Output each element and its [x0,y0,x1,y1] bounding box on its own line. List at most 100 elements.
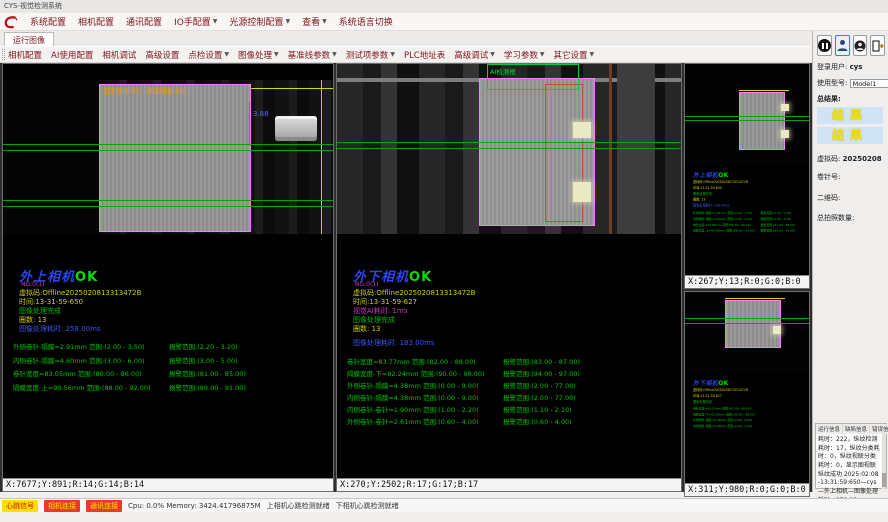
upper-camera-heartbeat-text: 上相机心跳检测就绪 [267,501,330,511]
ng-count-text: NG:0(1) [21,281,44,288]
login-user-label: 登录用户: [817,63,847,71]
toolbar-item-plc-address-table[interactable]: PLC地址表 [404,49,445,61]
thumbnail-image[interactable] [685,64,809,166]
alarm-range-text: 报警范围:(3.00 - 5.00) [169,355,238,365]
reference-line-yellow [725,298,785,299]
virtual-code-row: 虚拟码: 20250208 [817,154,885,164]
result-box-2: 结果 [817,127,883,144]
reference-line-yellow [739,90,789,91]
operator-button[interactable] [853,35,868,56]
measurement-text: 外侧卷针-隔膜=2.91mm 范围:(2.00 - 3.50) [13,341,145,351]
chevron-down-icon: ▼ [213,18,218,25]
toolbar-item-advanced-settings[interactable]: 高级设置 [145,49,179,61]
model-input[interactable]: Model1 [850,79,888,88]
toolbar-item-other-settings[interactable]: 其它设置▼ [554,49,595,61]
toolbar-item-advanced-debug[interactable]: 高级调试▼ [454,49,495,61]
ai-detect-box: AI检测框 [487,64,579,90]
thumbnail-image[interactable] [685,292,809,372]
user-icon [837,39,848,52]
toolbar-item-baseline-params[interactable]: 基准线参数▼ [288,49,337,61]
toolbar-item-camera-config[interactable]: 相机配置 [8,49,42,61]
pause-button[interactable] [817,35,832,56]
qr-code-label: 二维码: [817,193,885,203]
measurement-text: 外侧卷针-隔膜=4.38mm 范围:(0.00 - 9.00) [347,380,479,390]
measurement-row: 内侧卷针-隔膜=4.60mm 范围:(3.00 - 6.00) 报警范围:(3.… [13,355,343,367]
threshold-label: 固定阈值:93，动态阈值:100 [103,85,187,95]
measurement-row: 内侧卷针-隔膜=4.38mm 范围:(0.00 - 9.00) 报警范围:(2.… [347,392,677,404]
app-logo-icon [4,15,18,29]
toolbar-item-ai-usage-config[interactable]: AI使用配置 [51,49,93,61]
menu-item-light-config[interactable]: 光源控制配置▼ [229,15,290,28]
scrollbar-thumb[interactable] [882,473,886,487]
shot-count-label: 总拍照数量: [817,213,885,223]
menu-item-camera-config[interactable]: 相机配置 [78,15,114,28]
alarm-range-text: 报警范围:(83.00 - 87.00) [503,356,580,366]
connector-part [275,116,317,141]
side-panel: 登录用户: cys 使用型号: Model1 总结果: 结果 结果 虚拟码: 2… [812,31,888,492]
thumbnail-view-bottom: 外下相机OK 虚拟码:Offline2025020813313472B 时间:1… [684,291,810,497]
measure-line-green [685,318,809,319]
info-tab-run[interactable]: 运行信息 [816,424,842,434]
bright-spot [773,326,781,334]
menu-item-system-config[interactable]: 系统配置 [30,15,66,28]
needle-number-label: 卷针号: [817,172,885,182]
menu-item-view[interactable]: 查看▼ [302,15,327,28]
virtual-code-label: 虚拟码: [817,155,840,163]
info-scrollbar[interactable] [882,432,886,489]
toolbar-item-spot-check[interactable]: 点检设置▼ [188,49,229,61]
bright-spot [781,104,789,111]
cpu-memory-text: Cpu: 0.0% Memory: 3424.41796875M [128,502,261,510]
menu-item-comm-config[interactable]: 通讯配置 [126,15,162,28]
camera-panel-upper-outer: 固定阈值:93，动态阈值:100 3.88 外上相机OK NG:0(1) 虚拟码… [2,63,334,492]
exit-button[interactable] [870,35,885,56]
measure-line-blue [249,102,250,146]
toolbar-item-test-params[interactable]: 测试项参数▼ [346,49,395,61]
status-bar: 心跳信号 相机连接 通讯连接 Cpu: 0.0% Memory: 3424.41… [0,498,888,512]
title-bar: CYS-视觉检测系统 [0,0,888,13]
toolbar-item-camera-debug[interactable]: 相机调试 [102,49,136,61]
image-dark-region [3,80,99,234]
window-title: CYS-视觉检测系统 [4,2,62,10]
toolbar-item-learning-params[interactable]: 学习参数▼ [504,49,545,61]
toolbar-item-image-processing[interactable]: 图像处理▼ [238,49,279,61]
measurement-text: 卷针宽度=83.77mm 范围:(82.00 - 88.00) [347,356,476,366]
toolbar-grip[interactable] [2,49,5,60]
bright-spot [781,130,789,138]
camera-connect-badge: 相机连接 [44,500,80,512]
menu-item-language-switch[interactable]: 系统语言切换 [339,15,393,28]
chevron-down-icon: ▼ [285,18,290,25]
camera-image-lower-outer[interactable]: AI检测框 [337,64,681,234]
camera-image-upper-outer[interactable]: 固定阈值:93，动态阈值:100 3.88 [3,80,333,234]
menu-bar: 系统配置 相机配置 通讯配置 IO手配置▼ 光源控制配置▼ 查看▼ 系统语言切换 [0,13,888,31]
pixel-caption: X:311;Y:980;R:0;G:0;B:0 [685,483,809,496]
image-light-column [617,64,655,234]
tab-strip: 运行图像 [0,31,810,46]
menu-item-io-config[interactable]: IO手配置▼ [174,15,217,28]
roi-rectangle-magenta [725,300,781,348]
measure-line-green [3,144,333,145]
alarm-range-text: 报警范围:(2.00 - 77.00) [503,380,576,390]
info-tab-defect[interactable]: 缺陷信息 [843,424,869,434]
thumbnail-view-top: 外上相机OK 虚拟码:Offline2025020813313472B 时间:1… [684,63,810,289]
ng-count-text: NG:0(1) [355,281,378,288]
chevron-down-icon: ▼ [322,18,327,25]
tab-run-image[interactable]: 运行图像 [4,32,54,46]
measurement-row: 外侧卷针-隔膜=2.91mm 范围:(2.00 - 3.50) 报警范围:(2.… [13,341,343,353]
camera-title: 外上相机OK [693,170,729,179]
chevron-down-icon: ▼ [540,51,545,58]
measurement-text: 内侧卷针-卷针=1.90mm 范围:(1.00 - 2.20) [347,404,479,414]
measure-line-green [685,116,809,117]
measure-line-green [685,323,809,324]
alarm-range-text: 报警范围:(81.00 - 85.00) [169,368,246,378]
measurement-row: 外侧卷针-卷针=2.61mm 范围:(0.60 - 4.00) 报警范围:(0.… [347,416,677,428]
total-result-label: 总结果: [817,94,885,104]
status-ok: OK [409,270,432,285]
measure-line-green [337,142,681,143]
turns-text: 圈数: 13 [353,324,381,334]
process-time-text: 图像处理耗时: 183.00ms [353,338,435,348]
exit-door-icon [872,40,884,52]
measure-line-green [685,120,809,121]
chevron-down-icon: ▼ [224,51,229,58]
bright-spot [573,122,591,138]
user-login-button[interactable] [835,35,850,56]
